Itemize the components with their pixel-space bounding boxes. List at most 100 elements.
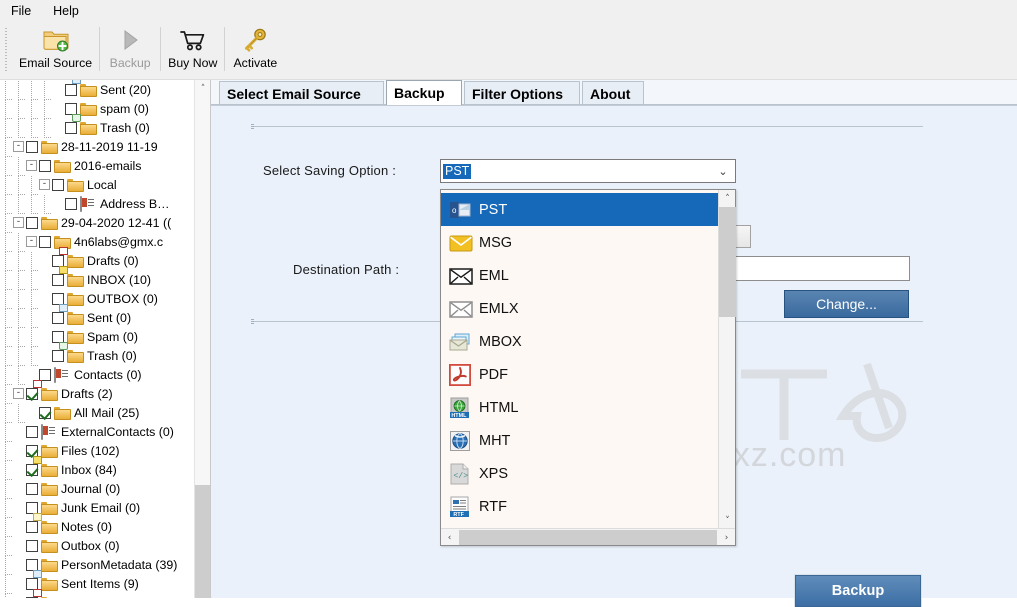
tree-item-checkbox[interactable] <box>52 330 64 343</box>
scroll-up-arrow-icon[interactable]: ˄ <box>719 190 736 207</box>
tab-backup[interactable]: Backup <box>386 80 462 105</box>
tree-expander-icon[interactable]: - <box>26 236 37 247</box>
folder-tree[interactable]: Sent (20) spam (0) Trash (0) - 28-11-2019 11… <box>0 80 195 598</box>
tree-item[interactable]: Journal (0) <box>0 479 195 499</box>
tree-item[interactable]: - 2016-emails <box>0 156 195 176</box>
menu-file[interactable]: File <box>0 1 42 22</box>
tree-item[interactable]: - 4n6labs@gmx.c <box>0 232 195 252</box>
tree-item-checkbox[interactable] <box>39 406 51 419</box>
tree-item-checkbox[interactable] <box>65 197 77 210</box>
tree-item[interactable]: Trash (0) <box>0 113 195 138</box>
tree-item-checkbox[interactable] <box>26 387 38 400</box>
folder-tree-vertical-scrollbar[interactable]: ˄ <box>194 80 210 598</box>
dropdown-option-eml[interactable]: EML <box>441 259 720 292</box>
scroll-down-arrow-icon[interactable]: ˅ <box>719 512 736 529</box>
tree-item-label: spam (0) <box>100 101 149 116</box>
tree-item[interactable]: - 29-04-2020 12-41 (( <box>0 213 195 233</box>
tree-expander-icon[interactable]: - <box>13 217 24 228</box>
tree-item[interactable]: Sent (0) <box>0 303 195 328</box>
dropdown-option-html[interactable]: HTML HTML <box>441 391 720 424</box>
tree-item-checkbox[interactable] <box>65 102 77 115</box>
tree-item-label: All Mail (25) <box>74 405 140 420</box>
scrollbar-thumb[interactable] <box>719 207 736 317</box>
tree-item-label: Junk Email (0) <box>61 500 141 515</box>
tree-item-checkbox[interactable] <box>52 178 64 191</box>
tree-item[interactable]: All Mail (25) <box>0 403 195 423</box>
tree-item-checkbox[interactable] <box>65 83 77 96</box>
dropdown-vertical-scrollbar[interactable]: ˄ ˅ <box>718 190 736 529</box>
tree-item[interactable]: PersonMetadata (39) <box>0 555 195 575</box>
tree-item[interactable]: Tasks (0) <box>0 588 195 598</box>
tree-item-checkbox[interactable] <box>26 520 38 533</box>
tree-item[interactable]: Inbox (84) <box>0 455 195 480</box>
tab-filter-options[interactable]: Filter Options <box>464 81 580 105</box>
tree-item[interactable]: Trash (0) <box>0 341 195 366</box>
tree-item[interactable]: Sent Items (9) <box>0 569 195 594</box>
shopping-cart-icon <box>178 25 208 55</box>
tree-item[interactable]: Notes (0) <box>0 512 195 537</box>
tree-item[interactable]: Files (102) <box>0 441 195 461</box>
tree-item[interactable]: ExternalContacts (0) <box>0 422 195 442</box>
toolbar-button-email-source[interactable]: Email Source <box>12 23 99 75</box>
tree-item-checkbox[interactable] <box>52 273 64 286</box>
tree-item-checkbox[interactable] <box>52 311 64 324</box>
scrollbar-thumb[interactable] <box>195 485 210 598</box>
dropdown-option-pdf[interactable]: PDF <box>441 358 720 391</box>
tree-item-checkbox[interactable] <box>65 121 77 134</box>
dropdown-option-msg[interactable]: MSG <box>441 226 720 259</box>
tree-expander-icon[interactable]: - <box>39 179 50 190</box>
change-button[interactable]: Change... <box>784 290 909 318</box>
tree-item[interactable]: Drafts (0) <box>0 246 195 271</box>
tree-item-checkbox[interactable] <box>39 159 51 172</box>
tree-item-checkbox[interactable] <box>26 216 38 229</box>
tree-item[interactable]: Spam (0) <box>0 327 195 347</box>
tree-item[interactable]: Junk Email (0) <box>0 498 195 518</box>
tree-item[interactable]: spam (0) <box>0 99 195 119</box>
dropdown-horizontal-scrollbar[interactable]: ‹ › <box>441 528 735 545</box>
tree-item[interactable]: Contacts (0) <box>0 365 195 385</box>
tree-item-checkbox[interactable] <box>26 425 38 438</box>
tree-item[interactable]: - Drafts (2) <box>0 379 195 404</box>
dropdown-items[interactable]: o PST MSG EML EMLX MBOX PDF HTML HTML MHT </> XPS RT… <box>441 193 720 523</box>
toolbar-grip[interactable] <box>3 26 10 73</box>
dropdown-option-emlx[interactable]: EMLX <box>441 292 720 325</box>
menu-help[interactable]: Help <box>42 1 90 22</box>
tab-about[interactable]: About <box>582 81 644 105</box>
dropdown-option-rtf[interactable]: RTF RTF <box>441 490 720 523</box>
tab-select-email-source[interactable]: Select Email Source <box>219 81 384 105</box>
toolbar-button-buy-now[interactable]: Buy Now <box>161 23 224 75</box>
tree-item[interactable]: Address B… <box>0 194 195 214</box>
dropdown-option-xps[interactable]: </> XPS <box>441 457 720 490</box>
saving-option-combobox[interactable]: PST ⌄ <box>440 159 736 183</box>
dropdown-option-mbox[interactable]: MBOX <box>441 325 720 358</box>
toolbar-button-backup[interactable]: Backup <box>100 23 160 75</box>
tree-item[interactable]: OUTBOX (0) <box>0 289 195 309</box>
tree-expander-icon[interactable]: - <box>13 141 24 152</box>
scroll-right-arrow-icon[interactable]: › <box>718 529 735 546</box>
tree-item-checkbox[interactable] <box>52 349 64 362</box>
backup-button[interactable]: Backup <box>794 574 922 607</box>
tree-item-checkbox[interactable] <box>26 463 38 476</box>
tree-item[interactable]: INBOX (10) <box>0 265 195 290</box>
saving-option-dropdown-list[interactable]: o PST MSG EML EMLX MBOX PDF HTML HTML MHT </> XPS RT… <box>440 189 736 546</box>
dropdown-option-pst[interactable]: o PST <box>441 193 720 226</box>
tree-item-label: Spam (0) <box>87 329 138 344</box>
tree-item-checkbox[interactable] <box>26 140 38 153</box>
tree-item[interactable]: Sent (20) <box>0 80 195 100</box>
tree-item[interactable]: - 28-11-2019 11-19 <box>0 137 195 157</box>
scroll-left-arrow-icon[interactable]: ‹ <box>441 529 458 546</box>
tree-expander-icon[interactable]: - <box>26 160 37 171</box>
tree-item-checkbox[interactable] <box>26 539 38 552</box>
scrollbar-thumb[interactable] <box>459 530 717 545</box>
tree-item-label: Notes (0) <box>61 519 112 534</box>
toolbar-button-activate[interactable]: Activate <box>225 23 285 75</box>
folder-add-icon <box>41 25 71 55</box>
tree-item[interactable]: - Local <box>0 175 195 195</box>
scroll-up-arrow-icon[interactable]: ˄ <box>195 80 210 97</box>
dropdown-option-mht[interactable]: MHT <box>441 424 720 457</box>
tree-item-checkbox[interactable] <box>39 235 51 248</box>
folder-trash-icon <box>59 341 83 363</box>
tree-item[interactable]: Outbox (0) <box>0 536 195 556</box>
tree-expander-icon[interactable]: - <box>13 388 24 399</box>
tree-item-checkbox[interactable] <box>26 482 38 495</box>
